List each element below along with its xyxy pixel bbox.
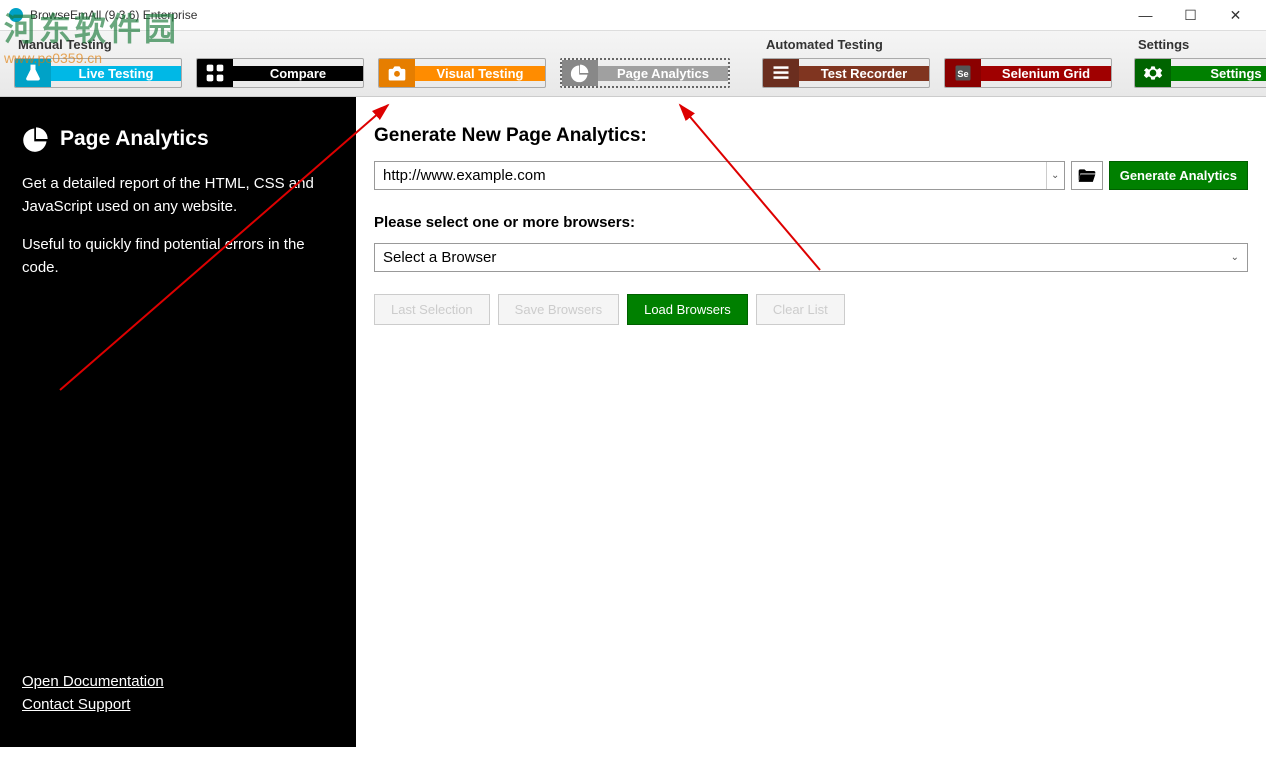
url-combobox[interactable]: ⌄ (374, 161, 1065, 190)
pie-chart-icon (22, 125, 50, 153)
load-browsers-button[interactable]: Load Browsers (627, 294, 748, 325)
browser-select-label: Please select one or more browsers: (374, 214, 1248, 231)
contact-support-link[interactable]: Contact Support (22, 696, 334, 713)
content-heading: Generate New Page Analytics: (374, 125, 1248, 147)
sidebar: Page Analytics Get a detailed report of … (0, 97, 356, 747)
page-analytics-button[interactable]: Page Analytics (560, 58, 730, 88)
group-title-settings: Settings (1134, 35, 1266, 58)
camera-icon (387, 63, 407, 83)
save-browsers-button[interactable]: Save Browsers (498, 294, 619, 325)
ribbon-group-manual: Manual Testing Live Testing Compare Visu… (8, 31, 736, 96)
chevron-down-icon: ⌄ (1231, 252, 1239, 263)
generate-analytics-button[interactable]: Generate Analytics (1109, 161, 1248, 190)
folder-open-icon (1077, 166, 1097, 186)
sidebar-desc-1: Get a detailed report of the HTML, CSS a… (22, 173, 334, 218)
settings-button[interactable]: Settings (1134, 58, 1266, 88)
sidebar-title: Page Analytics (22, 125, 334, 153)
test-recorder-button[interactable]: Test Recorder (762, 58, 930, 88)
gear-icon (1143, 63, 1163, 83)
open-documentation-link[interactable]: Open Documentation (22, 673, 334, 690)
selenium-grid-button[interactable]: Se Selenium Grid (944, 58, 1112, 88)
browser-select-dropdown[interactable]: Select a Browser ⌄ (374, 243, 1248, 272)
svg-text:Se: Se (957, 69, 968, 79)
group-title-automated: Automated Testing (762, 35, 1112, 58)
title-bar: BrowseEmAll (9.3.6) Enterprise — ☐ ✕ (0, 0, 1266, 30)
browse-folder-button[interactable] (1071, 161, 1103, 190)
group-title-manual: Manual Testing (14, 35, 730, 58)
grid-icon (205, 63, 225, 83)
live-testing-button[interactable]: Live Testing (14, 58, 182, 88)
sidebar-desc-2: Useful to quickly find potential errors … (22, 234, 334, 279)
flask-icon (23, 63, 43, 83)
list-icon (771, 63, 791, 83)
maximize-button[interactable]: ☐ (1168, 0, 1213, 30)
compare-button[interactable]: Compare (196, 58, 364, 88)
url-dropdown-toggle[interactable]: ⌄ (1046, 162, 1064, 189)
clear-list-button[interactable]: Clear List (756, 294, 845, 325)
visual-testing-button[interactable]: Visual Testing (378, 58, 546, 88)
app-logo-icon (8, 7, 24, 23)
close-button[interactable]: ✕ (1213, 0, 1258, 30)
ribbon-toolbar: Manual Testing Live Testing Compare Visu… (0, 30, 1266, 97)
last-selection-button[interactable]: Last Selection (374, 294, 490, 325)
ribbon-group-automated: Automated Testing Test Recorder Se Selen… (756, 31, 1118, 96)
content-area: Generate New Page Analytics: ⌄ Generate … (356, 97, 1266, 747)
url-input[interactable] (375, 162, 1046, 189)
pie-chart-icon (570, 63, 590, 83)
ribbon-group-settings: Settings Settings (1128, 31, 1266, 96)
minimize-button[interactable]: — (1123, 0, 1168, 30)
selenium-icon: Se (953, 63, 973, 83)
window-title: BrowseEmAll (9.3.6) Enterprise (30, 8, 1123, 22)
